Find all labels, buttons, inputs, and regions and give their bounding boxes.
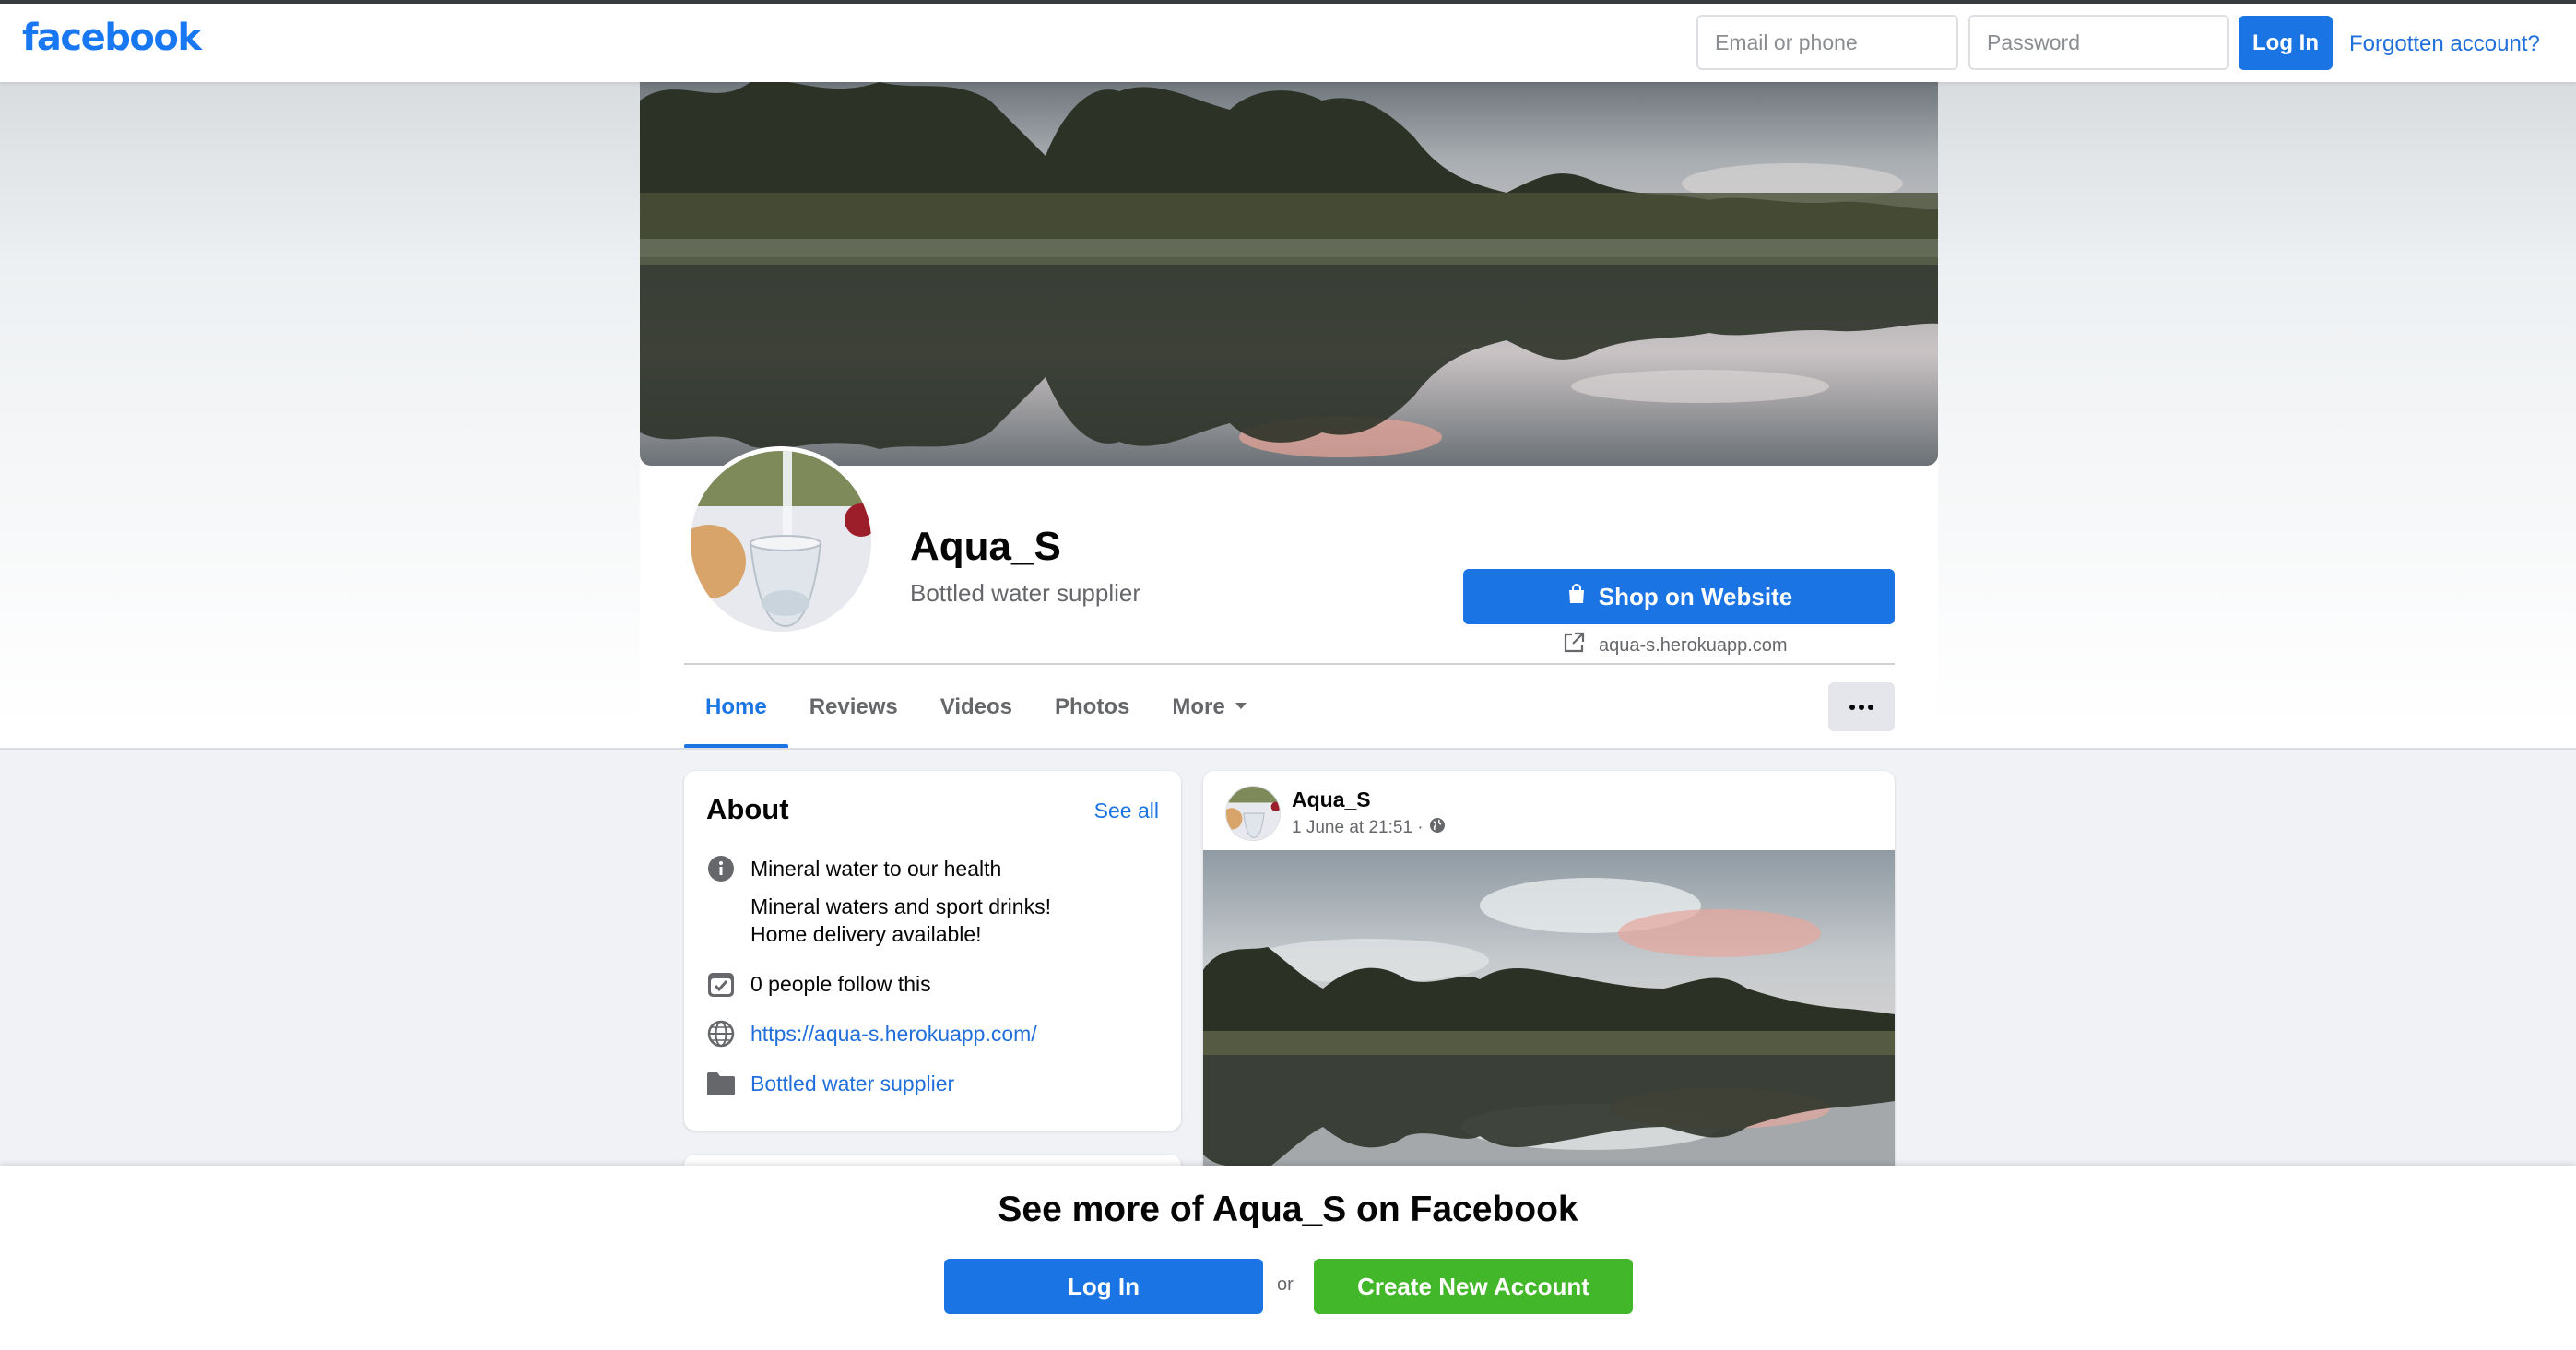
follow-check-icon bbox=[706, 969, 736, 999]
website-link[interactable]: aqua-s.herokuapp.com bbox=[1562, 631, 1788, 660]
about-card: About See all Mineral water to our healt… bbox=[684, 771, 1181, 1131]
header-divider bbox=[684, 663, 1895, 665]
about-description-line: Mineral waters and sport drinks! bbox=[750, 894, 1051, 918]
tab-home[interactable]: Home bbox=[684, 666, 788, 749]
globe-icon bbox=[706, 1019, 736, 1048]
top-navigation-bar: facebook Log In Forgotten account? bbox=[0, 0, 2576, 82]
page-tabs: Home Reviews Videos Photos More bbox=[684, 666, 1269, 749]
post-avatar-image bbox=[1226, 787, 1280, 840]
forgotten-account-link[interactable]: Forgotten account? bbox=[2349, 31, 2540, 57]
category-link[interactable]: Bottled water supplier bbox=[750, 1070, 954, 1097]
email-field[interactable] bbox=[1696, 15, 1958, 70]
post-timestamp[interactable]: 1 June at 21:51 · bbox=[1292, 817, 1446, 839]
cover-photo-image bbox=[640, 82, 1938, 466]
more-dots-icon bbox=[1849, 704, 1873, 710]
see-all-link[interactable]: See all bbox=[1094, 799, 1159, 823]
info-icon bbox=[706, 854, 736, 883]
tab-label: Videos bbox=[939, 694, 1013, 719]
page-category: Bottled water supplier bbox=[910, 579, 1141, 607]
website-url-link[interactable]: https://aqua-s.herokuapp.com/ bbox=[750, 1020, 1037, 1048]
more-options-button[interactable] bbox=[1828, 682, 1895, 731]
about-description: Mineral waters and sport drinks! Home de… bbox=[750, 893, 1051, 948]
tab-reviews[interactable]: Reviews bbox=[788, 666, 919, 749]
banner-or-text: or bbox=[1277, 1274, 1294, 1295]
tab-more[interactable]: More bbox=[1151, 666, 1268, 749]
tab-label: Photos bbox=[1055, 694, 1130, 719]
header-bottom-border bbox=[0, 748, 2576, 750]
website-row: https://aqua-s.herokuapp.com/ bbox=[706, 1020, 1037, 1048]
folder-icon bbox=[706, 1069, 736, 1098]
public-globe-icon bbox=[1429, 817, 1446, 839]
facebook-logo[interactable]: facebook bbox=[22, 17, 202, 59]
website-link-text: aqua-s.herokuapp.com bbox=[1599, 634, 1788, 656]
banner-login-button[interactable]: Log In bbox=[944, 1259, 1263, 1314]
shopping-bag-icon bbox=[1566, 583, 1588, 611]
followers-text: 0 people follow this bbox=[750, 972, 931, 996]
shop-button-label: Shop on Website bbox=[1598, 582, 1793, 610]
about-intro-text: Mineral water to our health bbox=[750, 857, 1002, 881]
shop-on-website-button[interactable]: Shop on Website bbox=[1463, 569, 1895, 624]
about-intro-row: Mineral water to our health bbox=[706, 855, 1001, 883]
login-prompt-banner: See more of Aqua_S on Facebook Log In or… bbox=[0, 1166, 2576, 1350]
tab-label: More bbox=[1172, 694, 1225, 719]
banner-title: See more of Aqua_S on Facebook bbox=[998, 1190, 1578, 1229]
about-description-line: Home delivery available! bbox=[750, 922, 982, 946]
post-author-avatar[interactable] bbox=[1225, 786, 1281, 841]
category-row: Bottled water supplier bbox=[706, 1070, 954, 1098]
cover-photo[interactable] bbox=[640, 82, 1938, 466]
create-new-account-button[interactable]: Create New Account bbox=[1314, 1259, 1633, 1314]
about-title: About bbox=[706, 793, 789, 825]
login-button[interactable]: Log In bbox=[2239, 16, 2333, 70]
post-author-name[interactable]: Aqua_S bbox=[1292, 788, 1371, 812]
tab-photos[interactable]: Photos bbox=[1034, 666, 1151, 749]
caret-down-icon bbox=[1235, 699, 1247, 716]
tab-label: Reviews bbox=[809, 694, 898, 719]
page-name: Aqua_S bbox=[910, 524, 1061, 569]
tab-videos[interactable]: Videos bbox=[919, 666, 1034, 749]
profile-picture[interactable] bbox=[686, 446, 876, 636]
password-field[interactable] bbox=[1968, 15, 2229, 70]
tab-label: Home bbox=[705, 694, 767, 719]
post-time-text: 1 June at 21:51 · bbox=[1292, 818, 1424, 837]
followers-row: 0 people follow this bbox=[706, 970, 931, 999]
external-link-icon bbox=[1562, 631, 1586, 660]
